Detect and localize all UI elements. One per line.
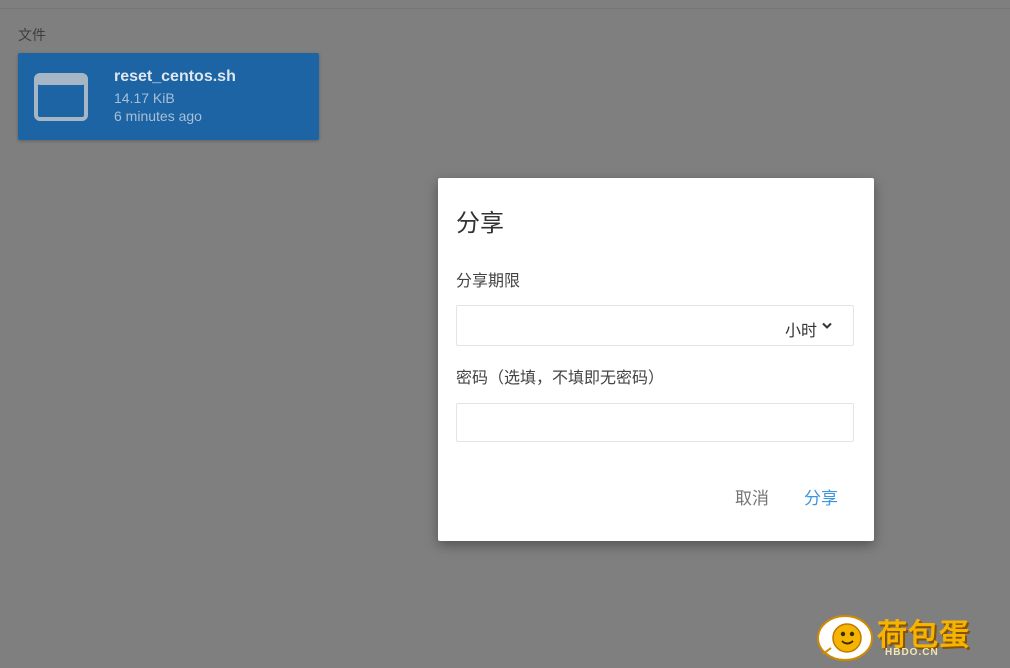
- expire-unit-select[interactable]: 小时: [456, 305, 854, 346]
- file-window-icon: [34, 73, 88, 121]
- watermark-logo: 荷包蛋 HBDO.CN: [815, 608, 1005, 664]
- file-modified-time: 6 minutes ago: [114, 108, 202, 124]
- expire-label: 分享期限: [456, 271, 521, 290]
- section-label-files: 文件: [18, 28, 46, 44]
- watermark-subtext: HBDO.CN: [885, 647, 939, 658]
- top-divider: [0, 8, 1010, 9]
- password-input[interactable]: [456, 403, 854, 442]
- cancel-button[interactable]: 取消: [729, 480, 775, 513]
- file-item[interactable]: reset_centos.sh 14.17 KiB 6 minutes ago: [18, 53, 319, 140]
- share-dialog: 分享 分享期限 小时 密码（选填，不填即无密码） 取消 分享: [438, 178, 874, 541]
- file-size: 14.17 KiB: [114, 90, 175, 106]
- chevron-down-icon: [822, 322, 832, 329]
- password-label: 密码（选填，不填即无密码）: [456, 368, 665, 387]
- file-name: reset_centos.sh: [114, 68, 236, 85]
- egg-mascot-icon: [817, 615, 873, 661]
- expire-unit-value: 小时: [784, 321, 817, 340]
- dialog-title: 分享: [456, 209, 504, 237]
- share-button[interactable]: 分享: [798, 480, 844, 513]
